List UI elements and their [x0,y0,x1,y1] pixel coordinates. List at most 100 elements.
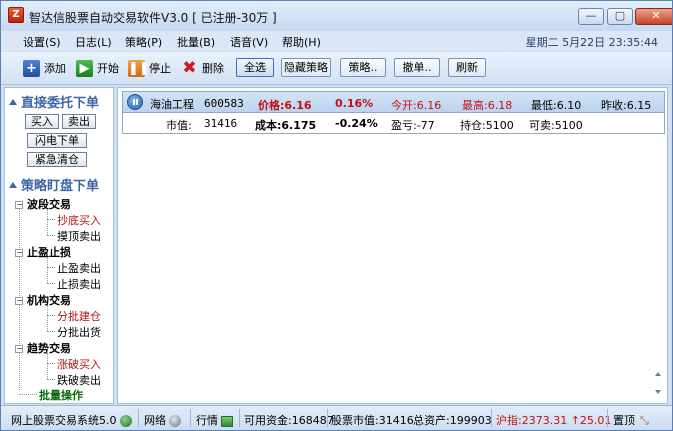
buy-button[interactable]: 买入 [25,114,59,129]
market-value: 31416 [204,117,238,130]
tree-connector [47,283,55,284]
pause-icon[interactable] [127,94,143,110]
globe-icon [119,415,132,427]
stock-change-pct: 0.16% [335,97,374,110]
tree-item-stop-loss[interactable]: 止损卖出 [57,276,101,292]
delete-button[interactable]: ✖ 删除 [181,57,224,79]
tree-item-take-profit[interactable]: 止盈卖出 [57,260,101,276]
hide-strategy-button[interactable]: 隐藏策略 [281,58,331,77]
menu-voice[interactable]: 语音(V) [230,34,268,50]
sell-button[interactable]: 卖出 [62,114,96,129]
quote-icon [221,415,233,427]
tree-item-batch-exit[interactable]: 分批出货 [57,324,101,340]
status-bar: 网上股票交易系统5.0 网络 行情 可用资金:168487 股票市值:31416… [1,405,672,430]
pause-icon: ❚❚ [128,59,150,77]
tree-item-batch-operation[interactable]: 批量操作 [39,387,83,403]
tree-expand-icon[interactable]: − [15,201,23,209]
status-divider [239,409,240,427]
title-bar: Z 智达信股票自动交易软件V3.0 [ 已注册-30万 ] — ▢ ✕ [1,1,672,31]
stock-quote-row[interactable]: 海油工程 600583 价格:6.16 0.16% 今开:6.16 最高:6.1… [122,91,665,113]
market-value-label: 市值: [166,119,192,132]
tree-group-institution[interactable]: 机构交易 [27,292,71,308]
cancel-order-button[interactable]: 撤单.. [394,58,440,77]
menu-strategy[interactable]: 策略(P) [125,34,162,50]
quote-status[interactable]: 行情 [196,412,233,428]
scroll-down-icon[interactable] [655,390,661,394]
left-panel: 直接委托下单 买入 卖出 闪电下单 紧急清仓 策略盯盘下单 − 波段交易 抄底买… [4,87,114,404]
clock: 星期二 5月22日 23:35:44 [525,36,658,49]
pin-top-button[interactable]: 置顶 ⤡ [613,412,649,428]
collapse-arrow-icon [9,181,17,188]
tree-item-breakdown-sell[interactable]: 跌破卖出 [57,372,101,388]
delete-x-icon: ✖ [182,57,197,78]
stock-position-row[interactable]: 市值: 31416 成本:6.175 -0.24% 盈亏:-77 持仓:5100… [122,113,665,134]
tree-connector [47,363,55,364]
tree-connector [47,235,55,236]
tree-group-stop[interactable]: 止盈止损 [27,244,71,260]
stock-cost-pct: -0.24% [335,117,378,130]
stock-market-value: 股票市值:31416 [331,414,414,427]
status-divider [607,409,608,427]
menu-settings[interactable]: 设置(S) [23,34,61,50]
menu-batch[interactable]: 批量(B) [177,34,215,50]
menu-help[interactable]: 帮助(H) [282,34,321,50]
status-divider [491,409,492,427]
tree-connector [47,305,48,331]
network-status[interactable]: 网络 [144,412,181,428]
stock-name: 海油工程 [150,98,194,111]
toolbar: + 添加 ▶ 开始 ❚❚ 停止 ✖ 删除 全选 隐藏策略 策略.. 撤单.. 刷… [1,52,672,85]
tree-item-breakout-buy[interactable]: 涨破买入 [57,356,101,372]
system-name: 网上股票交易系统5.0 [11,412,132,428]
stock-code: 600583 [204,97,244,110]
stop-button[interactable]: ❚❚ 停止 [128,57,171,79]
maximize-button[interactable]: ▢ [607,8,633,25]
window-title: 智达信股票自动交易软件V3.0 [ 已注册-30万 ] [29,11,277,25]
close-button[interactable]: ✕ [635,8,672,25]
stock-prev-close: 昨收:6.15 [601,99,652,112]
stock-position: 持仓:5100 [460,119,514,132]
delete-label: 删除 [202,62,224,75]
tree-item-batch-build[interactable]: 分批建仓 [57,308,101,324]
minimize-button[interactable]: — [578,8,604,25]
plus-icon: + [23,59,40,77]
refresh-button[interactable]: 刷新 [448,58,486,77]
stock-cost: 成本:6.175 [255,119,317,132]
direct-order-title[interactable]: 直接委托下单 [9,92,99,111]
flash-order-button[interactable]: 闪电下单 [27,133,87,148]
network-globe-icon [169,415,181,427]
strategy-order-title[interactable]: 策略盯盘下单 [9,175,99,194]
tree-connector [47,353,48,379]
tree-connector [47,257,48,283]
menu-bar: 设置(S) 日志(L) 策略(P) 批量(B) 语音(V) 帮助(H) 星期二 … [1,31,672,51]
scroll-up-icon[interactable] [655,372,661,376]
tree-connector [47,379,55,380]
tree-group-trend[interactable]: 趋势交易 [27,340,71,356]
tree-expand-icon[interactable]: − [15,297,23,305]
available-funds: 可用资金:168487 [244,414,334,427]
select-all-button[interactable]: 全选 [236,58,274,77]
tree-connector [47,209,48,235]
add-button[interactable]: + 添加 [23,57,66,79]
stock-sellable: 可卖:5100 [529,119,583,132]
tree-item-top-sell[interactable]: 摸顶卖出 [57,228,101,244]
stock-pnl: 盈亏:-77 [391,119,435,132]
stock-monitor-panel: 海油工程 600583 价格:6.16 0.16% 今开:6.16 最高:6.1… [117,87,668,404]
stock-high: 最高:6.18 [462,99,513,112]
index-quote: 沪指:2373.31 ↑25.01 [496,414,612,427]
menu-log[interactable]: 日志(L) [75,34,112,50]
vertical-scrollbar[interactable] [652,366,665,399]
stock-low: 最低:6.10 [531,99,582,112]
start-button[interactable]: ▶ 开始 [76,57,119,79]
tree-expand-icon[interactable]: − [15,345,23,353]
tree-expand-icon[interactable]: − [15,249,23,257]
collapse-arrow-icon [9,98,17,105]
stock-price: 价格:6.16 [258,99,312,112]
tree-group-band[interactable]: 波段交易 [27,196,71,212]
strategy-button[interactable]: 策略.. [340,58,386,77]
add-label: 添加 [44,62,66,75]
emergency-clear-button[interactable]: 紧急清仓 [27,152,87,167]
stop-label: 停止 [149,62,171,75]
status-divider [327,409,328,427]
tree-item-bottom-buy[interactable]: 抄底买入 [57,212,101,228]
main-window: Z 智达信股票自动交易软件V3.0 [ 已注册-30万 ] — ▢ ✕ 设置(S… [0,0,673,431]
